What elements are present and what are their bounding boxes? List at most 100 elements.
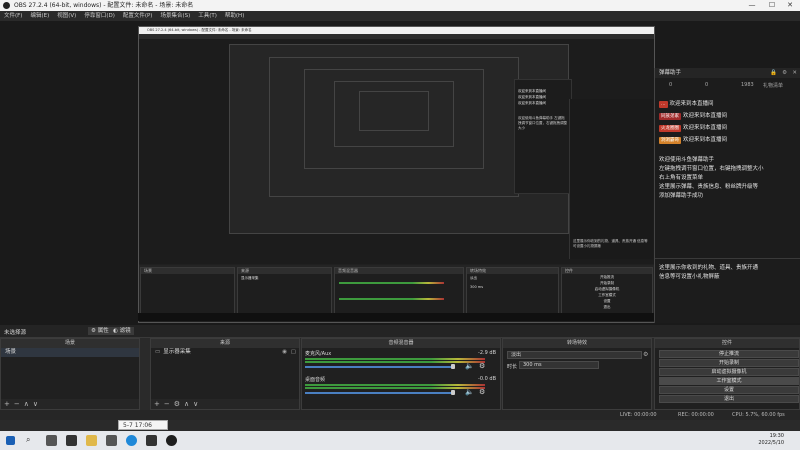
add-scene-button[interactable]: + — [4, 400, 10, 408]
chat-panel-close-icon[interactable]: ✕ — [792, 68, 797, 78]
task-view-icon[interactable] — [46, 435, 57, 446]
filters-button[interactable]: ◐ 滤镜 — [110, 327, 134, 335]
inner-right-panel: 这里展示你收到的礼物、道具、贵族开通 信息等可设置小礼物屏蔽 — [569, 99, 653, 259]
chat-message-text: 欢迎来到本直播间 — [683, 113, 728, 119]
virtual-camera-button[interactable]: 启动虚拟摄像机 — [659, 368, 799, 376]
move-scene-down-button[interactable]: ∨ — [33, 400, 38, 408]
menu-help[interactable]: 帮助(H) — [221, 11, 248, 21]
lock-icon[interactable]: ▢ — [291, 348, 296, 357]
status-bar: LIVE: 00:00:00 REC: 00:00:00 CPU: 5.7%, … — [0, 410, 800, 420]
remove-scene-button[interactable]: − — [14, 400, 20, 408]
menu-scene-collection[interactable]: 场景集合(S) — [156, 11, 194, 21]
settings-button[interactable]: 设置 — [659, 386, 799, 394]
move-source-down-button[interactable]: ∨ — [193, 400, 198, 408]
windows-start-icon[interactable] — [6, 436, 15, 445]
chat-message: 洞洞霸哥 欢迎来到本直播间 — [659, 136, 727, 145]
exit-button[interactable]: 退出 — [659, 395, 799, 403]
duration-input[interactable]: 300 ms — [519, 361, 599, 369]
chat-message: 同族弟家 欢迎来到本直播间 — [659, 112, 727, 121]
inner-ctrl-button: 退出 — [603, 305, 611, 309]
help-line: 左键拖拽调节窗口位置，右键拖拽调整大小 — [659, 166, 764, 172]
store-icon[interactable] — [146, 435, 157, 446]
transition-select[interactable]: 淡出 — [507, 351, 642, 359]
chat-panel-settings-icon[interactable]: ⚙ — [782, 68, 787, 78]
volume-slider[interactable] — [305, 366, 453, 368]
stat-a: 0 — [669, 82, 673, 88]
maximize-button[interactable]: ☐ — [764, 0, 780, 11]
volume-slider-handle[interactable] — [451, 390, 455, 395]
transition-settings-icon[interactable]: ⚙ — [643, 351, 648, 358]
mixer-channel-name: 桌面音频 — [305, 377, 326, 383]
studio-mode-button[interactable]: 工作室模式 — [659, 377, 799, 385]
obs-taskbar-icon[interactable] — [166, 435, 177, 446]
scenes-dock-title: 场景 — [1, 339, 139, 348]
edge-browser-icon[interactable] — [126, 435, 137, 446]
transition-select-value: 淡出 — [511, 352, 522, 358]
menu-tools[interactable]: 工具(T) — [194, 11, 221, 21]
windows-taskbar: ⌕ 19:30 2022/5/10 — [0, 431, 800, 450]
obs-logo-icon — [3, 2, 10, 9]
inner-window-title: OBS 27.2.4 (64-bit, windows) - 配置文件: 未命名… — [139, 27, 654, 34]
properties-button[interactable]: ⚙ 属性 — [88, 327, 112, 335]
mixer-channel-db: -0.0 dB — [478, 376, 496, 382]
menu-profile[interactable]: 配置文件(P) — [119, 11, 157, 21]
speaker-icon[interactable]: 🔈 — [465, 388, 474, 396]
inner-preview: 欢迎来到本直播间 欢迎来到本直播间 欢迎来到本直播间 欢迎使用斗鱼弹幕助手 左键… — [139, 39, 654, 264]
visibility-eye-icon[interactable]: ◉ — [282, 348, 287, 357]
source-item-label: 显示器采集 — [163, 349, 191, 355]
move-source-up-button[interactable]: ∧ — [184, 400, 189, 408]
chat-panel-lock-icon[interactable]: 🔒 — [770, 68, 777, 78]
mixer-gear-icon[interactable]: ⚙ — [479, 388, 485, 396]
inner-meter-2 — [339, 298, 444, 300]
minimize-button[interactable]: — — [744, 0, 760, 11]
chat-divider — [655, 258, 800, 259]
mixer-gear-icon[interactable]: ⚙ — [479, 362, 485, 370]
chat-message-text: 欢迎来到本直播间 — [669, 101, 714, 107]
filters-label: 滤镜 — [119, 328, 131, 334]
menu-edit[interactable]: 编辑(E) — [26, 11, 53, 21]
menu-docks[interactable]: 停靠窗口(D) — [80, 11, 119, 21]
menu-view[interactable]: 视图(V) — [53, 11, 80, 21]
system-clock[interactable]: 19:30 2022/5/10 — [758, 433, 784, 447]
stat-b: 0 — [705, 82, 709, 88]
chat-message-text: 欢迎来到本直播间 — [683, 125, 728, 131]
stop-streaming-button[interactable]: 停止推流 — [659, 350, 799, 358]
source-item[interactable]: ▭ 显示器采集 ◉ ▢ — [151, 348, 299, 357]
speaker-icon[interactable]: 🔈 — [465, 362, 474, 370]
move-scene-up-button[interactable]: ∧ — [24, 400, 29, 408]
volume-slider-handle[interactable] — [451, 364, 455, 369]
transitions-dock-title: 转场特效 — [503, 339, 651, 348]
sources-dock-title: 来源 — [151, 339, 299, 348]
help-line: 欢迎使用斗鱼弹幕助手 — [659, 157, 715, 163]
inner-source-item: 显示器采集 — [241, 276, 259, 280]
user-badge: 同族弟家 — [659, 113, 681, 120]
source-settings-button[interactable]: ⚙ — [174, 400, 180, 408]
widgets-icon[interactable] — [66, 435, 77, 446]
app-icon[interactable] — [106, 435, 117, 446]
volume-slider[interactable] — [305, 392, 453, 394]
menu-bar: 文件(F) 编辑(E) 视图(V) 停靠窗口(D) 配置文件(P) 场景集合(S) 工具(T… — [0, 11, 800, 21]
chat-stats-bar: 0 0 1983 礼物清单 — [655, 78, 800, 94]
help-line: 这里展示弹幕、贵族信息、粉丝牌升级等 — [659, 184, 759, 190]
file-explorer-icon[interactable] — [86, 435, 97, 446]
chat-panel-header: 弹幕助手 ✕ ⚙ 🔒 — [655, 68, 800, 78]
remove-source-button[interactable]: − — [164, 400, 170, 408]
clock-date: 2022/5/10 — [758, 440, 784, 446]
search-icon[interactable]: ⌕ — [26, 435, 37, 446]
close-button[interactable]: ✕ — [782, 0, 798, 11]
inner-transition-value: 淡出 — [470, 276, 477, 280]
inner-mini-help: 这里展示你收到的礼物、道具、贵族开通 信息等可设置小礼物屏蔽 — [573, 239, 648, 248]
add-source-button[interactable]: + — [154, 400, 160, 408]
chat-message: … 欢迎来到本直播间 — [659, 100, 714, 109]
gift-list-tab[interactable]: 礼物清单 — [763, 82, 783, 89]
user-badge: … — [659, 101, 668, 108]
gift-help-line: 这里展示你收到的礼物、道具、贵族开通 — [659, 265, 759, 271]
menu-file[interactable]: 文件(F) — [0, 11, 26, 21]
inner-help-text: 欢迎使用斗鱼弹幕助手 左键拖拽调节窗口位置，右键拖拽调整大小 — [518, 116, 567, 130]
chat-message: 火龙圈圈 欢迎来到本直播间 — [659, 124, 727, 133]
captured-display: OBS 27.2.4 (64-bit, windows) - 配置文件: 未命名… — [138, 26, 655, 323]
transitions-dock: 转场特效 淡出 ⚙ 时长 300 ms — [502, 338, 652, 410]
scene-item[interactable]: 场景 — [1, 348, 139, 357]
danmaku-helper-panel: 弹幕助手 ✕ ⚙ 🔒 0 0 1983 礼物清单 … 欢迎来到本直播间 同族弟家欢… — [654, 68, 800, 323]
start-recording-button[interactable]: 开始录制 — [659, 359, 799, 367]
